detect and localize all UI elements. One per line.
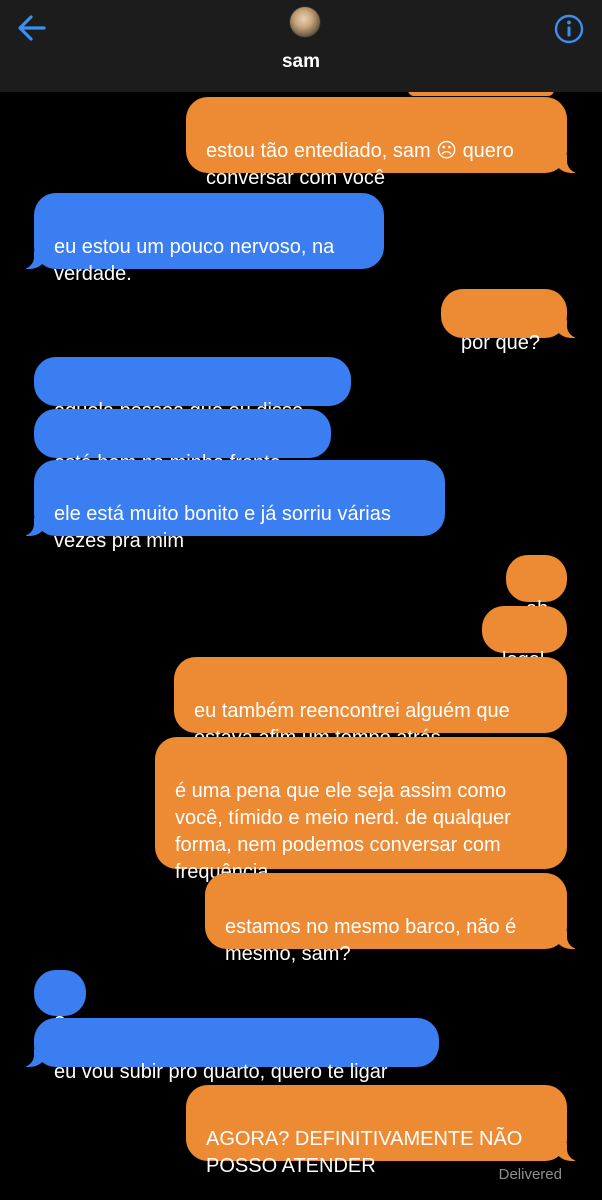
message-bubble-outgoing[interactable]: por que?: [441, 289, 589, 354]
message-bubble-outgoing[interactable]: é uma pena que ele seja assim como você,…: [155, 737, 567, 883]
message-text: eu vou subir pro quarto, quero te ligar: [54, 1061, 388, 1083]
message-text: ele está muito bonito e já sorriu várias…: [54, 503, 391, 552]
message-bubble-incoming[interactable]: está bem na minha frente: [34, 409, 331, 474]
contact-avatar[interactable]: [290, 7, 320, 37]
message-bubble-outgoing[interactable]: legal: [482, 606, 567, 671]
message-text: estamos no mesmo barco, não é mesmo, sam…: [225, 916, 517, 965]
message-text: estou tão entediado, sam ☹ quero convers…: [206, 140, 514, 189]
message-text: por que?: [461, 332, 540, 354]
conversation-header: sam: [0, 0, 602, 92]
message-bubble-incoming[interactable]: ?: [34, 970, 86, 1035]
back-arrow-icon[interactable]: [14, 10, 50, 46]
message-bubble-outgoing[interactable]: eu também reencontrei alguém que estava …: [174, 657, 567, 749]
message-bubble-outgoing[interactable]: estamos no mesmo barco, não é mesmo, sam…: [205, 873, 589, 965]
message-bubble-incoming[interactable]: aquela pessoa que eu disse.: [34, 357, 351, 422]
message-bubble-incoming[interactable]: eu vou subir pro quarto, quero te ligar: [12, 1018, 439, 1083]
message-bubble-outgoing[interactable]: AGORA? DEFINITIVAMENTE NÃO POSSO ATENDER: [186, 1085, 589, 1177]
contact-name[interactable]: sam: [0, 51, 602, 73]
message-bubble-outgoing[interactable]: estou tão entediado, sam ☹ quero convers…: [186, 97, 589, 189]
info-icon[interactable]: [553, 13, 585, 45]
message-text: AGORA? DEFINITIVAMENTE NÃO POSSO ATENDER: [206, 1128, 523, 1177]
message-bubble-incoming[interactable]: eu estou um pouco nervoso, na verdade.: [12, 193, 384, 285]
message-bubble-outgoing[interactable]: ah: [506, 555, 567, 620]
message-bubble-incoming[interactable]: ele está muito bonito e já sorriu várias…: [12, 460, 445, 552]
message-text: é uma pena que ele seja assim como você,…: [175, 780, 511, 883]
delivery-status: Delivered: [498, 1166, 562, 1183]
message-text: eu estou um pouco nervoso, na verdade.: [54, 236, 335, 285]
